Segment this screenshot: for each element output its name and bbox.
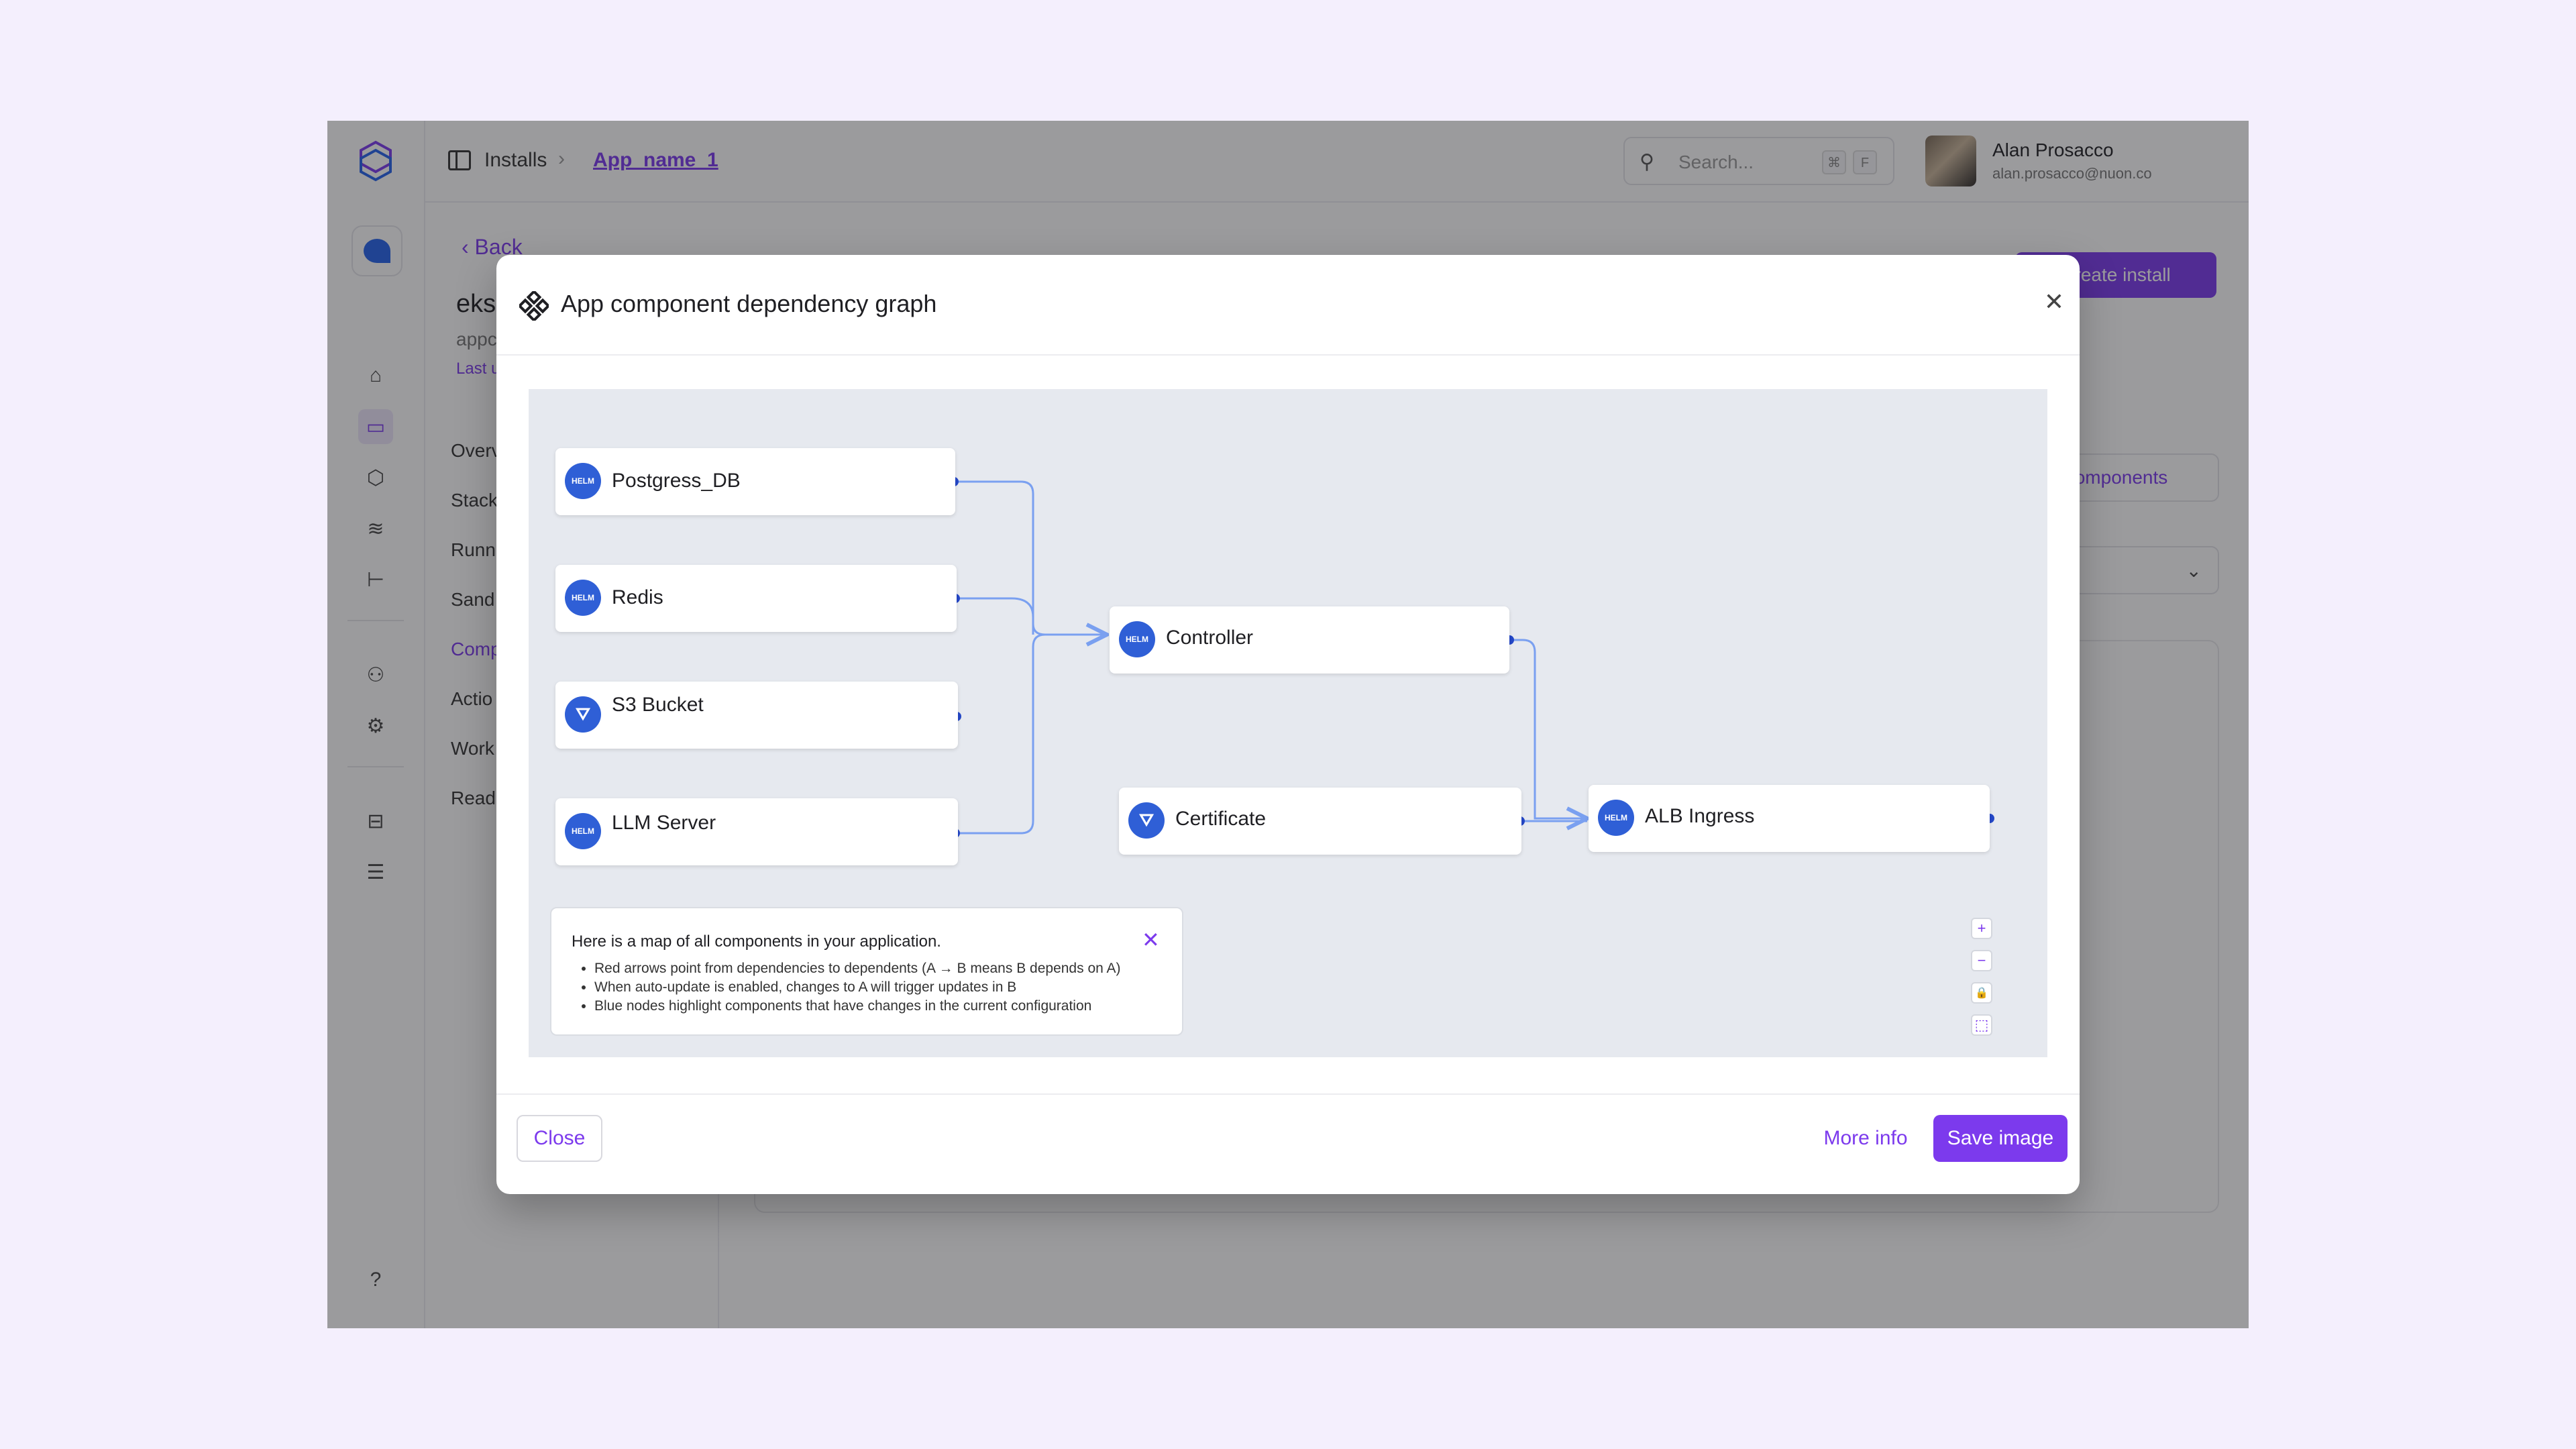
modal-footer-divider xyxy=(496,1093,2080,1095)
modal-header-divider xyxy=(496,354,2080,356)
helm-icon: HELM xyxy=(1119,621,1155,657)
component-graph-icon xyxy=(519,291,549,321)
graph-help-panel: Here is a map of all components in your … xyxy=(550,907,1183,1036)
edge-llm-controller xyxy=(955,633,1046,835)
node-label: Controller xyxy=(1166,627,1254,649)
fit-view-icon[interactable]: ⬚ xyxy=(1971,1014,1992,1036)
close-icon[interactable]: ✕ xyxy=(2039,287,2069,317)
graph-node-s3[interactable]: ⛛ S3 Bucket xyxy=(555,682,958,749)
terraform-icon: ⛛ xyxy=(1128,802,1165,839)
node-label: LLM Server xyxy=(612,812,716,834)
node-label: S3 Bucket xyxy=(612,694,704,716)
lock-icon[interactable]: 🔒 xyxy=(1971,982,1992,1004)
helm-icon: HELM xyxy=(565,813,601,849)
edge-postgres-controller xyxy=(954,480,1107,635)
graph-canvas[interactable]: HELM Postgress_DB HELM Redis ⛛ S3 Bucket… xyxy=(529,389,2047,1057)
dependency-graph-modal: App component dependency graph ✕ HELM Po… xyxy=(496,255,2080,1194)
terraform-icon: ⛛ xyxy=(565,696,601,733)
more-info-button[interactable]: More info xyxy=(1809,1115,1923,1162)
help-title: Here is a map of all components in your … xyxy=(572,932,941,951)
modal-title: App component dependency graph xyxy=(561,290,937,317)
help-list: Red arrows point from dependencies to de… xyxy=(572,959,1120,1016)
node-label: Postgress_DB xyxy=(612,470,741,492)
close-button[interactable]: Close xyxy=(517,1115,602,1162)
helm-icon: HELM xyxy=(565,580,601,616)
node-label: ALB Ingress xyxy=(1645,805,1755,827)
graph-node-alb[interactable]: HELM ALB Ingress xyxy=(1589,785,1990,852)
help-item: Red arrows point from dependencies to de… xyxy=(594,959,1120,978)
help-item: When auto-update is enabled, changes to … xyxy=(594,978,1120,997)
zoom-in-button[interactable]: + xyxy=(1971,918,1992,939)
edge-redis-controller xyxy=(955,597,1034,635)
graph-node-redis[interactable]: HELM Redis xyxy=(555,565,957,632)
graph-node-certificate[interactable]: ⛛ Certificate xyxy=(1119,788,1521,855)
app-window: ⌂ ▭ ⬡ ≋ ⊢ ⚇ ⚙ ⊟ ☰ ? Installs › App_name_… xyxy=(327,121,2249,1328)
graph-node-controller[interactable]: HELM Controller xyxy=(1110,606,1509,674)
close-icon[interactable]: ✕ xyxy=(1142,927,1160,953)
graph-node-llm[interactable]: HELM LLM Server xyxy=(555,798,958,865)
graph-node-postgres[interactable]: HELM Postgress_DB xyxy=(555,448,955,515)
save-image-button[interactable]: Save image xyxy=(1933,1115,2068,1162)
node-label: Redis xyxy=(612,586,663,608)
zoom-out-button[interactable]: − xyxy=(1971,950,1992,971)
help-item: Blue nodes highlight components that hav… xyxy=(594,997,1120,1016)
helm-icon: HELM xyxy=(1598,800,1634,836)
helm-icon: HELM xyxy=(565,463,601,499)
node-label: Certificate xyxy=(1175,808,1267,830)
